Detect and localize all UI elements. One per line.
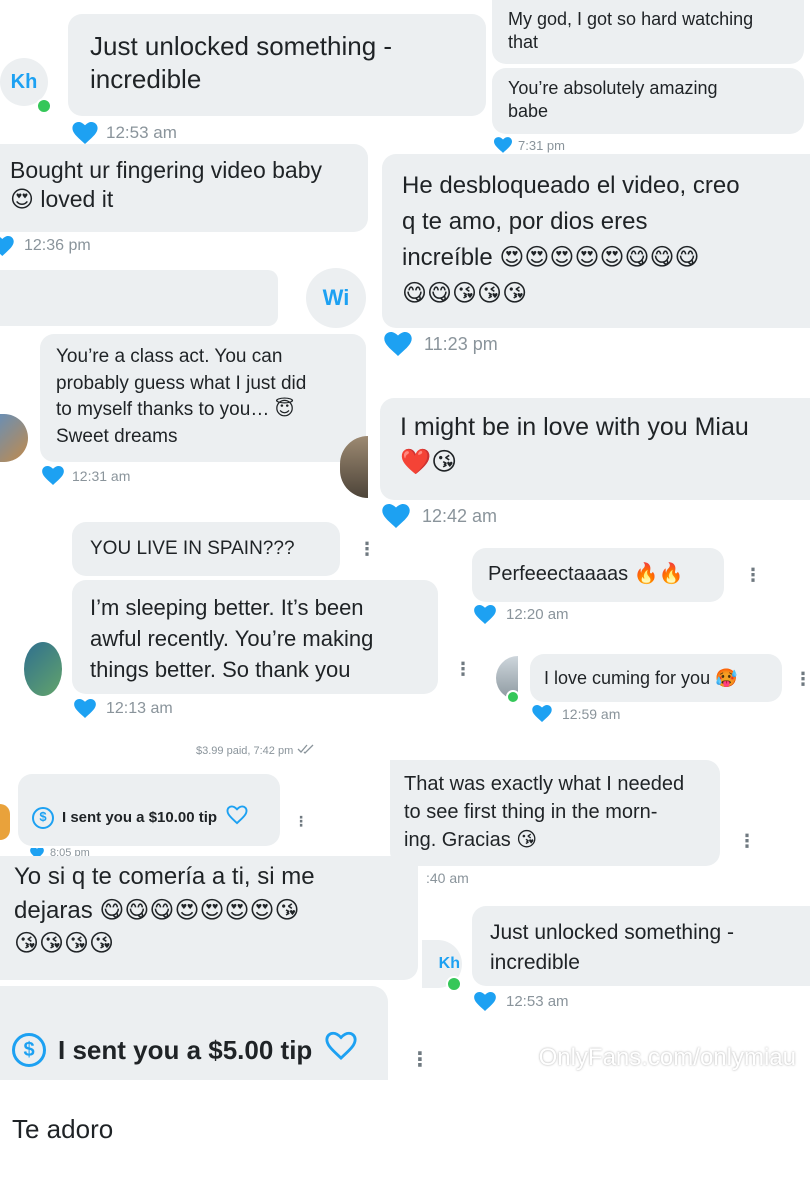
tip-text: I sent you a $5.00 tip (58, 1034, 313, 1065)
avatar-initials: Kh (438, 955, 460, 972)
paid-text: $3.99 paid, 7:42 pm (196, 744, 294, 757)
watermark: OnlyFans.com/onlymiau (538, 1044, 796, 1071)
heart-icon[interactable] (474, 605, 496, 624)
message-meta: :40 am (426, 870, 469, 886)
message-bubble[interactable]: My god, I got so hard watching that (492, 0, 804, 64)
message-time: 12:53 am (106, 123, 177, 142)
more-options-icon[interactable]: ⋮ (794, 670, 810, 688)
message-time: :40 am (426, 870, 469, 886)
more-options-icon[interactable]: ⋮ (358, 540, 376, 558)
tip-heart-icon (324, 1031, 358, 1069)
more-options-icon[interactable]: ⋮ (744, 566, 762, 584)
tip-message-bubble[interactable]: $ I sent you a $10.00 tip 😍 (18, 774, 280, 874)
message-time: 12:31 am (72, 467, 131, 484)
heart-icon[interactable] (532, 705, 552, 722)
message-bubble[interactable]: I’m sleeping better. It’s been awful rec… (72, 580, 438, 694)
more-options-icon[interactable]: ⋮ (454, 660, 472, 678)
avatar-initials: Wi (322, 285, 350, 310)
message-bubble[interactable]: That was exactly what I needed to see fi… (390, 760, 720, 866)
more-options-icon[interactable]: ⋮ (294, 814, 308, 828)
tip-message-bubble[interactable]: $ I sent you a $5.00 tip Te adoro (0, 986, 388, 1144)
message-time: 12:42 am (422, 505, 498, 526)
message-text: Te adoro (12, 1113, 114, 1144)
message-bubble[interactable]: Just unlocked something - incredible (472, 906, 810, 986)
message-bubble[interactable]: I might be in love with you Miau ❤️😘 (380, 398, 810, 500)
message-time: 7:31 pm (518, 137, 565, 153)
message-time: 12:13 am (106, 699, 173, 717)
heart-icon[interactable] (0, 236, 16, 256)
message-bubble[interactable]: You’re a class act. You can probably gue… (40, 334, 366, 462)
message-meta: 11:23 pm (384, 332, 498, 356)
avatar-photo[interactable] (0, 804, 10, 840)
tip-text: I sent you a $10.00 tip (62, 809, 218, 827)
heart-icon[interactable] (384, 332, 412, 356)
message-bubble-partial (0, 270, 278, 326)
message-bubble[interactable]: He desbloqueado el video, creo q te amo,… (382, 154, 810, 328)
message-meta: 7:31 pm (494, 137, 565, 153)
more-options-icon[interactable]: ⋮ (738, 832, 756, 850)
avatar-photo[interactable] (24, 642, 62, 696)
message-meta: 12:59 am (532, 705, 620, 722)
message-meta: 12:31 am (42, 466, 130, 485)
message-meta: 12:53 am (474, 992, 569, 1011)
online-indicator (446, 976, 462, 992)
dollar-icon: $ (32, 806, 54, 829)
message-time: 12:36 pm (24, 237, 91, 254)
heart-icon[interactable] (474, 992, 496, 1011)
dollar-icon: $ (12, 1033, 46, 1068)
message-bubble[interactable]: Just unlocked something - incredible (68, 14, 486, 116)
paid-status: $3.99 paid, 7:42 pm (196, 744, 315, 757)
message-meta: 12:42 am (382, 504, 497, 528)
heart-icon[interactable] (74, 699, 96, 718)
message-time: 11:23 pm (424, 333, 498, 354)
message-time: 12:59 am (562, 705, 621, 722)
message-bubble[interactable]: Yo si q te comería a ti, si me dejaras 😋… (0, 856, 418, 980)
message-bubble[interactable]: Perfeeectaaaas 🔥🔥 (472, 548, 724, 602)
online-indicator (36, 98, 52, 114)
message-bubble[interactable]: I love cuming for you 🥵 (530, 654, 782, 702)
message-meta: 12:36 pm (0, 236, 91, 256)
more-options-icon[interactable]: ⋮ (410, 1050, 430, 1070)
message-time: 12:53 am (506, 993, 569, 1010)
message-meta: 12:13 am (74, 699, 173, 718)
avatar[interactable]: Wi (306, 268, 366, 328)
double-check-icon (297, 744, 315, 757)
message-bubble[interactable]: You’re absolutely amazing babe (492, 68, 804, 134)
message-bubble[interactable]: YOU LIVE IN SPAIN??? (72, 522, 340, 576)
online-indicator (506, 690, 520, 704)
message-meta: 12:20 am (474, 605, 569, 624)
heart-icon[interactable] (42, 466, 64, 485)
message-bubble[interactable]: Bought ur fingering video baby 😍 loved i… (0, 144, 368, 232)
tip-heart-icon (225, 805, 249, 830)
heart-icon[interactable] (72, 122, 98, 144)
heart-icon[interactable] (382, 504, 410, 528)
message-time: 12:20 am (506, 606, 569, 623)
message-meta: 12:53 am (72, 122, 177, 144)
avatar-photo[interactable] (0, 414, 28, 462)
avatar-initials: Kh (10, 70, 38, 93)
heart-icon[interactable] (494, 137, 512, 153)
